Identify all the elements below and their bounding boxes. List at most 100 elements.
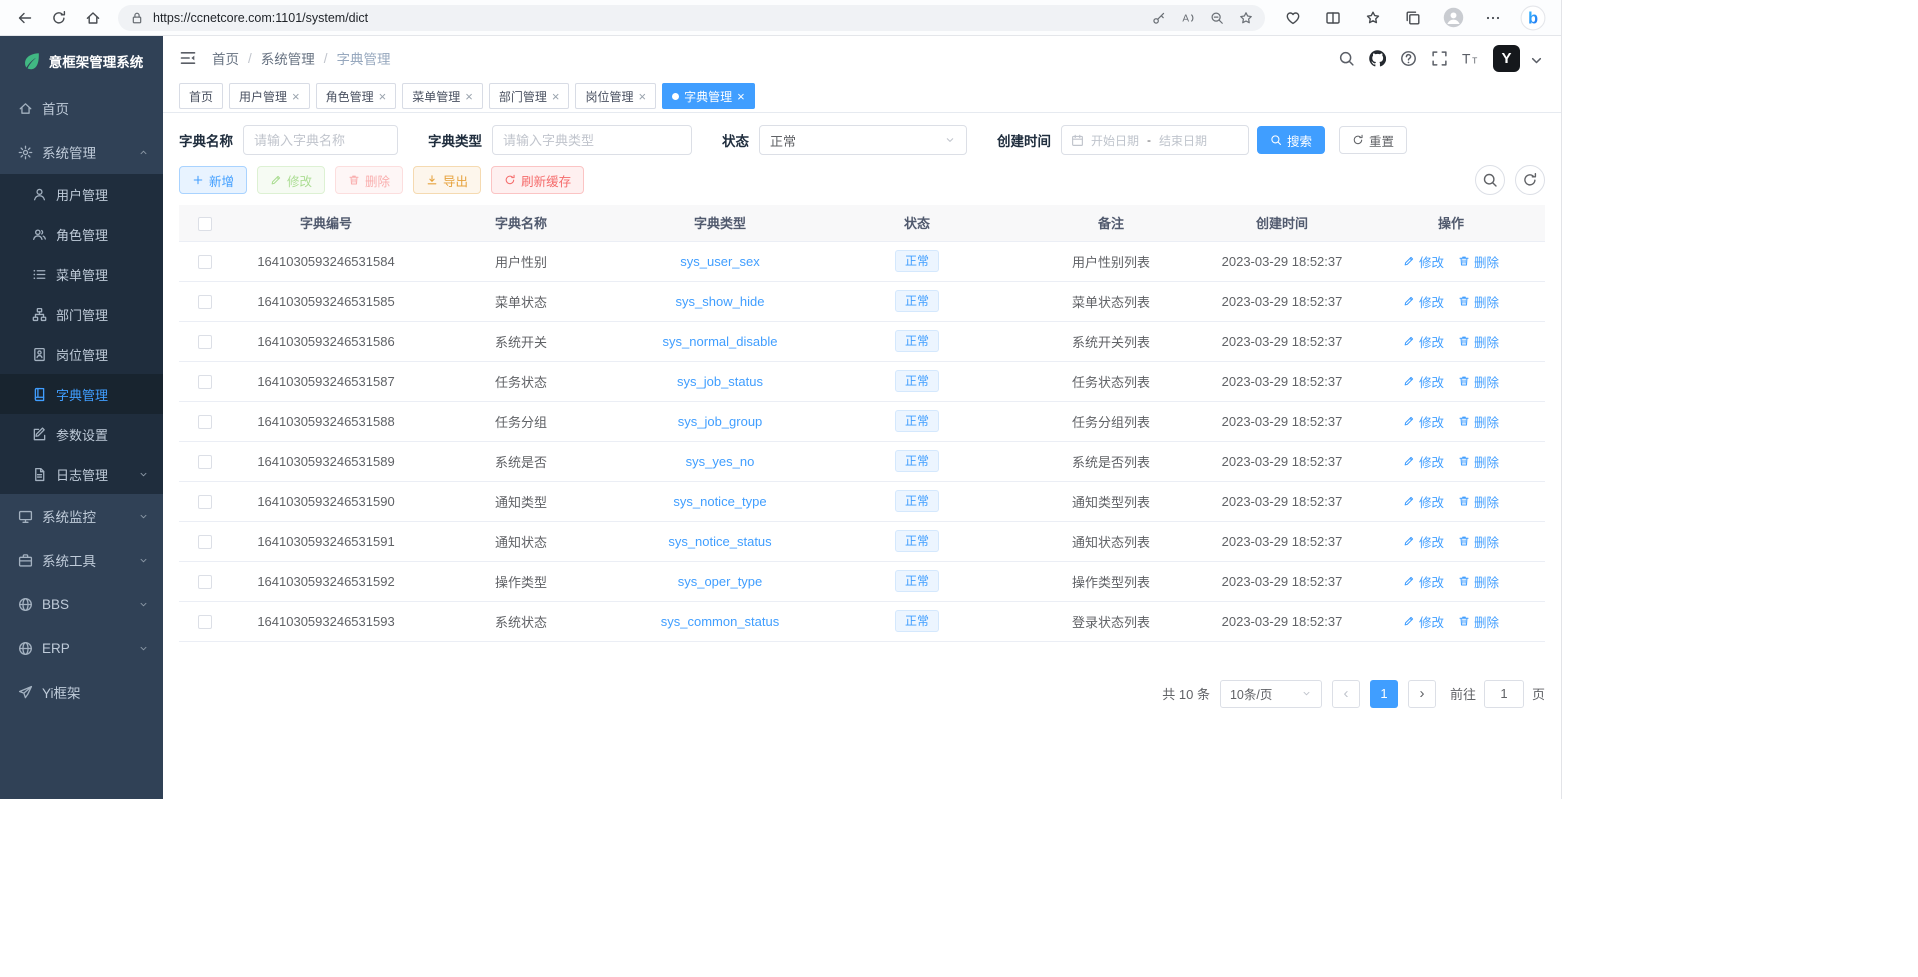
- next-page-button[interactable]: ›: [1408, 680, 1436, 708]
- row-delete-button[interactable]: 删除: [1458, 332, 1499, 351]
- row-edit-button[interactable]: 修改: [1403, 532, 1444, 551]
- sidebar-toggle-icon[interactable]: [179, 49, 197, 67]
- dict-type-link[interactable]: sys_oper_type: [678, 574, 763, 589]
- profile-button[interactable]: [1433, 3, 1473, 33]
- tab-close-icon[interactable]: ×: [552, 89, 560, 104]
- collections-button[interactable]: [1393, 3, 1433, 33]
- sidebar-item-角色管理[interactable]: 角色管理: [0, 214, 163, 254]
- sidebar-item-日志管理[interactable]: 日志管理: [0, 454, 163, 494]
- row-checkbox[interactable]: [198, 415, 212, 429]
- dict-type-input[interactable]: [492, 125, 692, 155]
- row-checkbox[interactable]: [198, 255, 212, 269]
- select-all-checkbox[interactable]: [198, 217, 212, 231]
- add-favorite-icon[interactable]: [1239, 11, 1253, 25]
- row-checkbox[interactable]: [198, 495, 212, 509]
- row-edit-button[interactable]: 修改: [1403, 252, 1444, 271]
- browser-essentials-button[interactable]: [1273, 3, 1313, 33]
- row-delete-button[interactable]: 删除: [1458, 572, 1499, 591]
- refresh-button[interactable]: [42, 3, 76, 33]
- row-delete-button[interactable]: 删除: [1458, 412, 1499, 431]
- row-checkbox[interactable]: [198, 575, 212, 589]
- breadcrumb-home[interactable]: 首页: [212, 48, 239, 68]
- chevron-down-icon[interactable]: [1528, 52, 1545, 69]
- sidebar-item-参数设置[interactable]: 参数设置: [0, 414, 163, 454]
- row-edit-button[interactable]: 修改: [1403, 612, 1444, 631]
- tab-用户管理[interactable]: 用户管理×: [229, 83, 310, 109]
- sidebar-item-Yi框架[interactable]: Yi框架: [0, 670, 163, 714]
- row-checkbox[interactable]: [198, 455, 212, 469]
- sidebar-item-系统管理[interactable]: 系统管理: [0, 130, 163, 174]
- sidebar-item-字典管理[interactable]: 字典管理: [0, 374, 163, 414]
- font-size-icon[interactable]: TT: [1462, 50, 1479, 67]
- home-button[interactable]: [76, 3, 110, 33]
- tab-岗位管理[interactable]: 岗位管理×: [575, 83, 656, 109]
- row-edit-button[interactable]: 修改: [1403, 412, 1444, 431]
- row-delete-button[interactable]: 删除: [1458, 292, 1499, 311]
- add-button[interactable]: 新增: [179, 166, 247, 194]
- row-edit-button[interactable]: 修改: [1403, 572, 1444, 591]
- read-aloud-icon[interactable]: A: [1181, 11, 1195, 25]
- tab-close-icon[interactable]: ×: [737, 89, 745, 104]
- prev-page-button[interactable]: ‹: [1332, 680, 1360, 708]
- password-key-icon[interactable]: [1152, 11, 1166, 25]
- tab-部门管理[interactable]: 部门管理×: [489, 83, 570, 109]
- tab-close-icon[interactable]: ×: [465, 89, 473, 104]
- sidebar-item-BBS[interactable]: BBS: [0, 582, 163, 626]
- row-delete-button[interactable]: 删除: [1458, 532, 1499, 551]
- tab-首页[interactable]: 首页: [179, 83, 223, 109]
- row-delete-button[interactable]: 删除: [1458, 452, 1499, 471]
- dict-type-link[interactable]: sys_normal_disable: [663, 334, 778, 349]
- tab-close-icon[interactable]: ×: [379, 89, 387, 104]
- dict-type-link[interactable]: sys_yes_no: [686, 454, 755, 469]
- dict-type-link[interactable]: sys_user_sex: [680, 254, 759, 269]
- sidebar-item-系统工具[interactable]: 系统工具: [0, 538, 163, 582]
- export-button[interactable]: 导出: [413, 166, 481, 194]
- help-icon[interactable]: [1400, 50, 1417, 67]
- sidebar-item-菜单管理[interactable]: 菜单管理: [0, 254, 163, 294]
- row-checkbox[interactable]: [198, 295, 212, 309]
- favorites-button[interactable]: [1353, 3, 1393, 33]
- refresh-cache-button[interactable]: 刷新缓存: [491, 166, 584, 194]
- sidebar-item-岗位管理[interactable]: 岗位管理: [0, 334, 163, 374]
- row-edit-button[interactable]: 修改: [1403, 492, 1444, 511]
- reset-button[interactable]: 重置: [1339, 126, 1407, 154]
- row-checkbox[interactable]: [198, 615, 212, 629]
- row-edit-button[interactable]: 修改: [1403, 452, 1444, 471]
- delete-button[interactable]: 删除: [335, 166, 403, 194]
- row-checkbox[interactable]: [198, 535, 212, 549]
- tab-close-icon[interactable]: ×: [292, 89, 300, 104]
- sidebar-item-ERP[interactable]: ERP: [0, 626, 163, 670]
- tab-菜单管理[interactable]: 菜单管理×: [402, 83, 483, 109]
- split-screen-button[interactable]: [1313, 3, 1353, 33]
- header-search-icon[interactable]: [1338, 50, 1355, 67]
- row-checkbox[interactable]: [198, 375, 212, 389]
- goto-page-input[interactable]: [1484, 680, 1524, 708]
- toggle-search-button[interactable]: [1475, 165, 1505, 195]
- user-avatar[interactable]: Y: [1493, 45, 1520, 72]
- edit-button[interactable]: 修改: [257, 166, 325, 194]
- row-delete-button[interactable]: 删除: [1458, 252, 1499, 271]
- back-button[interactable]: [8, 3, 42, 33]
- page-size-select[interactable]: 10条/页: [1220, 680, 1322, 708]
- tab-close-icon[interactable]: ×: [638, 89, 646, 104]
- dict-type-link[interactable]: sys_job_group: [678, 414, 763, 429]
- bing-copilot-button[interactable]: b: [1513, 3, 1553, 33]
- sidebar-item-部门管理[interactable]: 部门管理: [0, 294, 163, 334]
- sidebar-item-首页[interactable]: 首页: [0, 86, 163, 130]
- row-delete-button[interactable]: 删除: [1458, 492, 1499, 511]
- breadcrumb-system[interactable]: 系统管理: [261, 48, 315, 68]
- dict-type-link[interactable]: sys_common_status: [661, 614, 780, 629]
- dict-name-input[interactable]: [243, 125, 398, 155]
- row-checkbox[interactable]: [198, 335, 212, 349]
- dict-type-link[interactable]: sys_job_status: [677, 374, 763, 389]
- date-range-picker[interactable]: 开始日期 - 结束日期: [1061, 125, 1249, 155]
- refresh-table-button[interactable]: [1515, 165, 1545, 195]
- dict-type-link[interactable]: sys_show_hide: [676, 294, 765, 309]
- browser-menu-button[interactable]: [1473, 3, 1513, 33]
- dict-type-link[interactable]: sys_notice_status: [668, 534, 771, 549]
- dict-type-link[interactable]: sys_notice_type: [673, 494, 766, 509]
- row-edit-button[interactable]: 修改: [1403, 372, 1444, 391]
- search-button[interactable]: 搜索: [1257, 126, 1325, 154]
- row-edit-button[interactable]: 修改: [1403, 292, 1444, 311]
- address-bar[interactable]: https://ccnetcore.com:1101/system/dict A: [118, 5, 1265, 31]
